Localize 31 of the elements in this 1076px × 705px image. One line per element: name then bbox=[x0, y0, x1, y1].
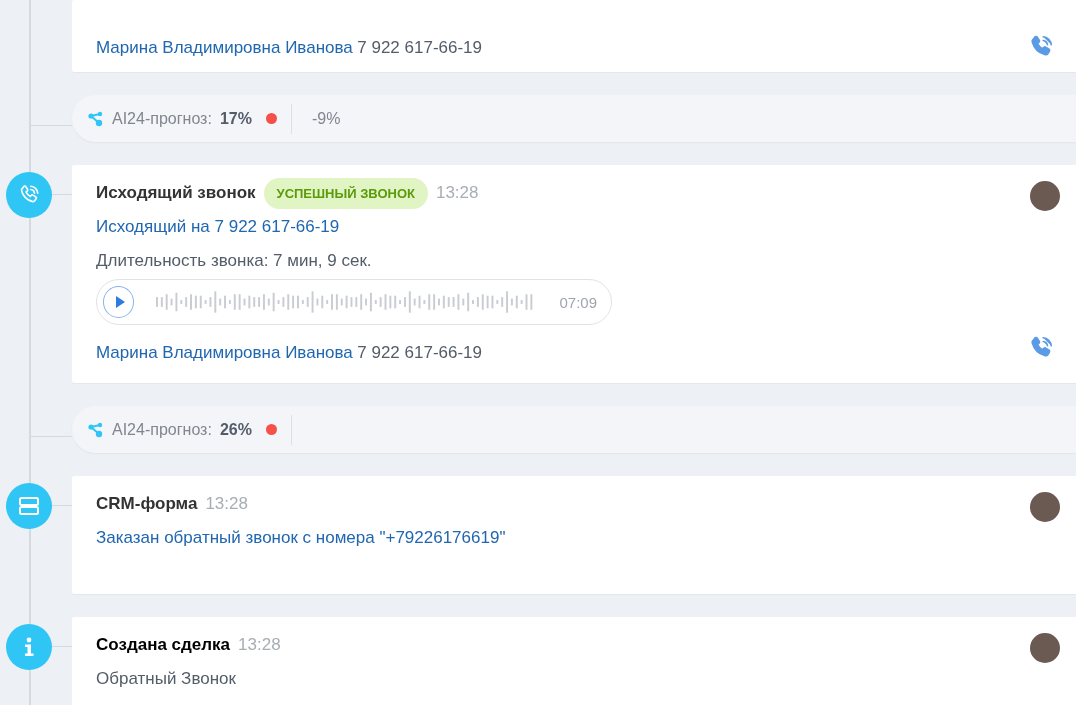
play-button[interactable] bbox=[103, 286, 135, 318]
forecast-value: 17% bbox=[219, 109, 252, 128]
call-link[interactable]: Исходящий на 7 922 617-66-19 bbox=[96, 217, 1052, 237]
avatar bbox=[1030, 633, 1060, 663]
network-nodes-icon bbox=[88, 110, 104, 127]
network-nodes-icon bbox=[88, 421, 104, 438]
event-title: Создана сделка bbox=[96, 635, 231, 655]
contact-phone: 7 922 617-66-19 bbox=[357, 38, 483, 57]
forecast-label: AI24-прогноз: bbox=[112, 109, 212, 128]
forecast-value: 26% bbox=[219, 420, 252, 439]
play-icon bbox=[115, 296, 126, 308]
event-time: 13:28 bbox=[205, 494, 248, 514]
contact-phone: 7 922 617-66-19 bbox=[357, 343, 483, 362]
event-title: CRM-форма bbox=[96, 494, 198, 514]
avatar bbox=[1030, 181, 1060, 211]
status-badge: УСПЕШНЫЙ ЗВОНОК bbox=[263, 177, 428, 209]
form-icon bbox=[6, 483, 52, 529]
event-title: Исходящий звонок bbox=[96, 183, 256, 203]
forecast-change: -9% bbox=[311, 109, 341, 128]
event-time: 13:28 bbox=[238, 635, 281, 655]
info-icon bbox=[6, 624, 52, 670]
record-duration: 07:09 bbox=[559, 293, 597, 311]
avatar bbox=[1030, 492, 1060, 522]
deal-source: Обратный Звонок bbox=[96, 669, 237, 689]
phone-call-icon bbox=[6, 172, 52, 218]
event-time: 13:28 bbox=[435, 183, 479, 203]
forecast-label: AI24-прогноз: bbox=[112, 420, 212, 439]
form-link[interactable]: Заказан обратный звонок с номера "+79226176619" bbox=[96, 528, 1052, 548]
contact-name-link[interactable]: Марина Владимировна Иванова bbox=[96, 343, 353, 362]
contact-name-link[interactable]: Марина Владимировна Иванова bbox=[96, 38, 353, 57]
call-duration: Длительность звонка: 7 мин, 9 сек. bbox=[96, 251, 373, 271]
